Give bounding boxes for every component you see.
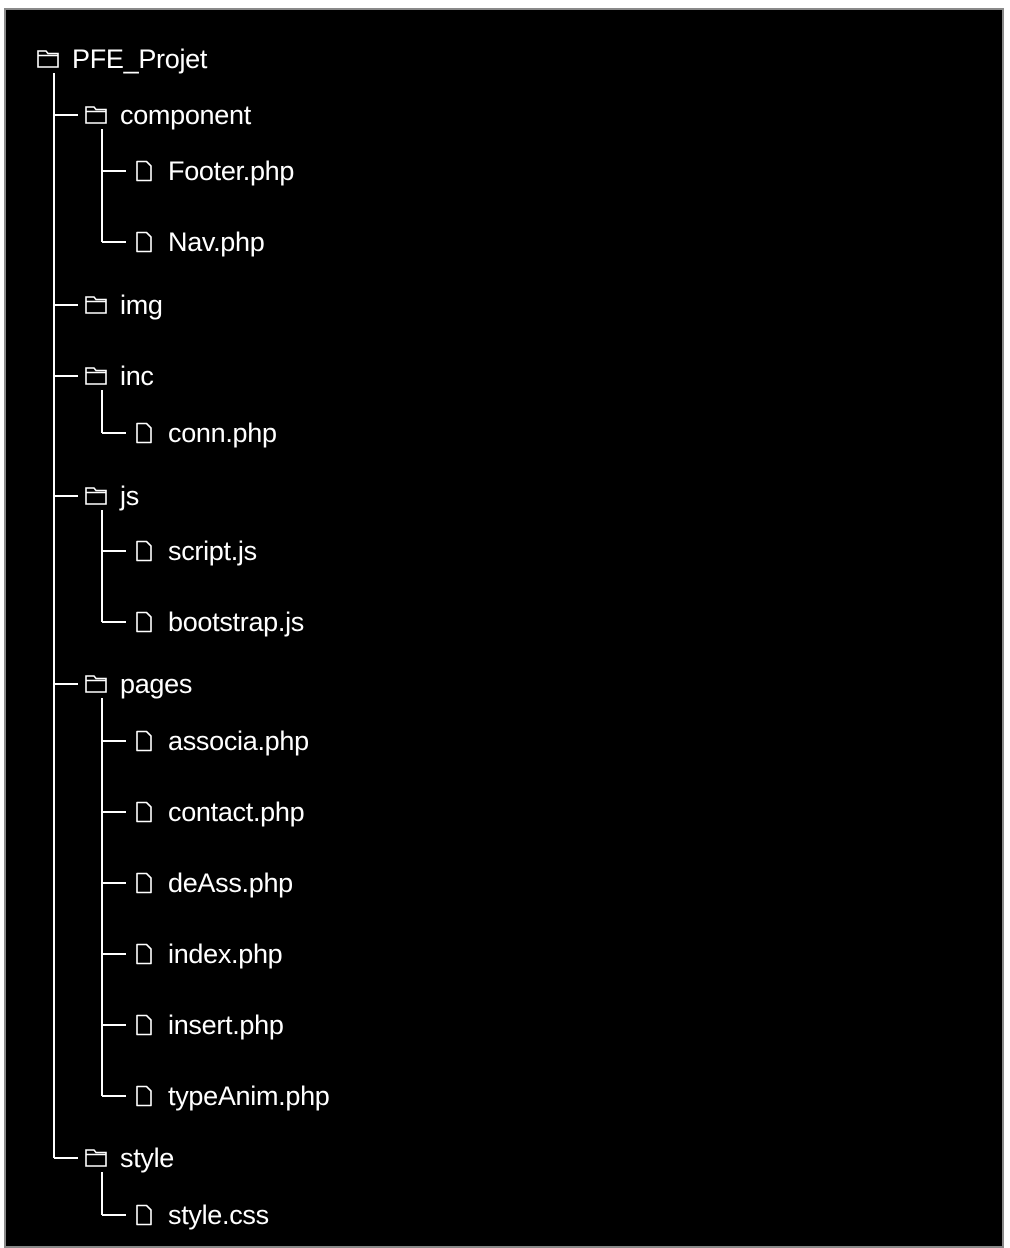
file-icon bbox=[132, 1203, 156, 1227]
tree-item-label: index.php bbox=[168, 939, 283, 969]
folder-item-component[interactable]: component bbox=[84, 95, 251, 135]
file-icon bbox=[132, 1084, 156, 1108]
file-icon bbox=[132, 421, 156, 445]
folder-icon bbox=[84, 484, 108, 508]
folder-icon bbox=[84, 1146, 108, 1170]
folder-item-js[interactable]: js bbox=[84, 476, 139, 516]
file-icon bbox=[132, 610, 156, 634]
file-item-footer-php[interactable]: Footer.php bbox=[132, 151, 294, 191]
file-icon bbox=[132, 539, 156, 563]
tree-item-label: component bbox=[120, 100, 251, 130]
tree-item-label: contact.php bbox=[168, 797, 305, 827]
file-item-associa-php[interactable]: associa.php bbox=[132, 721, 309, 761]
tree-item-label: typeAnim.php bbox=[168, 1081, 330, 1111]
tree-item-label: style.css bbox=[168, 1200, 269, 1230]
file-item-conn-php[interactable]: conn.php bbox=[132, 413, 277, 453]
file-item-script-js[interactable]: script.js bbox=[132, 531, 257, 571]
file-item-typeanim-php[interactable]: typeAnim.php bbox=[132, 1076, 330, 1116]
folder-item-pages[interactable]: pages bbox=[84, 664, 192, 704]
folder-icon bbox=[84, 293, 108, 317]
file-item-style-css[interactable]: style.css bbox=[132, 1195, 269, 1235]
tree-item-label: img bbox=[120, 290, 163, 320]
file-tree-panel: PFE_Projet component Footer.php Nav.php img i… bbox=[4, 8, 1004, 1248]
file-item-deass-php[interactable]: deAss.php bbox=[132, 863, 293, 903]
tree-item-label: pages bbox=[120, 669, 193, 699]
tree-item-label: js bbox=[120, 481, 139, 511]
file-icon bbox=[132, 159, 156, 183]
file-icon bbox=[132, 871, 156, 895]
folder-item-pfe-projet[interactable]: PFE_Projet bbox=[36, 39, 207, 79]
folder-icon bbox=[36, 47, 60, 71]
folder-icon bbox=[84, 103, 108, 127]
file-icon bbox=[132, 800, 156, 824]
tree-item-label: inc bbox=[120, 361, 154, 391]
tree-item-label: associa.php bbox=[168, 726, 309, 756]
tree-item-label: Nav.php bbox=[168, 227, 265, 257]
file-item-index-php[interactable]: index.php bbox=[132, 934, 283, 974]
file-item-nav-php[interactable]: Nav.php bbox=[132, 222, 265, 262]
file-icon bbox=[132, 1013, 156, 1037]
file-icon bbox=[132, 942, 156, 966]
tree-item-label: Footer.php bbox=[168, 156, 295, 186]
tree-item-label: conn.php bbox=[168, 418, 277, 448]
tree-item-label: insert.php bbox=[168, 1010, 284, 1040]
tree-item-label: style bbox=[120, 1143, 175, 1173]
file-icon bbox=[132, 729, 156, 753]
tree-item-label: bootstrap.js bbox=[168, 607, 304, 637]
folder-icon bbox=[84, 364, 108, 388]
file-item-contact-php[interactable]: contact.php bbox=[132, 792, 305, 832]
folder-item-img[interactable]: img bbox=[84, 285, 163, 325]
folder-item-inc[interactable]: inc bbox=[84, 356, 154, 396]
folder-item-style[interactable]: style bbox=[84, 1138, 174, 1178]
file-item-insert-php[interactable]: insert.php bbox=[132, 1005, 284, 1045]
tree-item-label: PFE_Projet bbox=[72, 44, 208, 74]
file-icon bbox=[132, 230, 156, 254]
tree-item-label: script.js bbox=[168, 536, 257, 566]
tree-item-label: deAss.php bbox=[168, 868, 293, 898]
file-item-bootstrap-js[interactable]: bootstrap.js bbox=[132, 602, 304, 642]
folder-icon bbox=[84, 672, 108, 696]
